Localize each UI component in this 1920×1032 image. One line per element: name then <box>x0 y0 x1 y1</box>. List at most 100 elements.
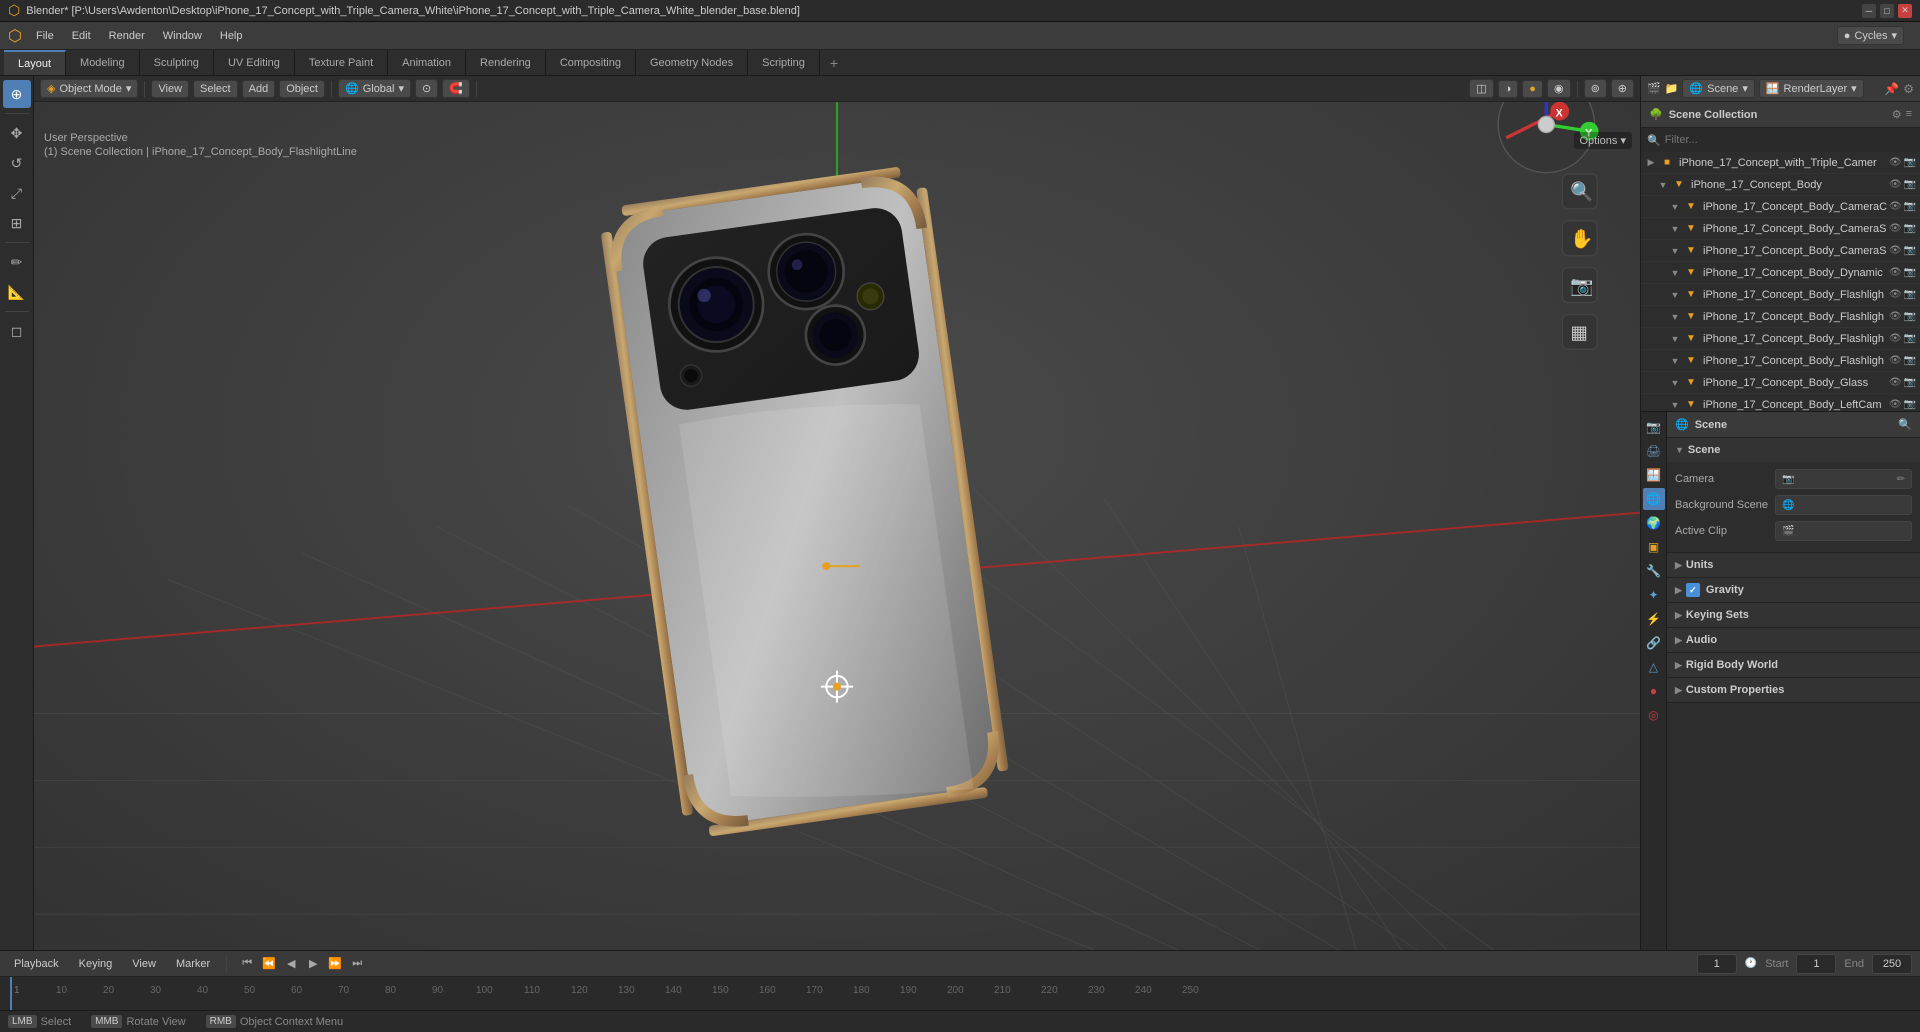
tree-item-flashligh1[interactable]: ▼ ▼ iPhone_17_Concept_Body_Flashligh 👁 📷 <box>1641 284 1920 306</box>
tab-modeling[interactable]: Modeling <box>66 50 140 75</box>
prop-tab-modifier[interactable]: 🔧 <box>1643 560 1665 582</box>
eye-icon[interactable]: 👁 <box>1889 157 1902 168</box>
add-workspace-button[interactable]: + <box>820 50 848 75</box>
tree-item-dynamic[interactable]: ▼ ▼ iPhone_17_Concept_Body_Dynamic 👁 📷 <box>1641 262 1920 284</box>
prop-tab-data[interactable]: △ <box>1643 656 1665 678</box>
current-frame-field[interactable]: 1 <box>1697 954 1737 974</box>
units-section-header[interactable]: ▶ Units <box>1667 553 1920 577</box>
pin-icon[interactable]: 📌 <box>1884 82 1899 96</box>
prop-tab-shader[interactable]: ◎ <box>1643 704 1665 726</box>
annotate-tool[interactable]: ✏ <box>3 248 31 276</box>
view-menu[interactable]: View <box>151 80 189 98</box>
tab-geometry-nodes[interactable]: Geometry Nodes <box>636 50 748 75</box>
audio-section-header[interactable]: ▶ Audio <box>1667 628 1920 652</box>
maximize-button[interactable]: □ <box>1880 4 1894 18</box>
prev-keyframe-button[interactable]: ⏪ <box>259 954 279 974</box>
tab-animation[interactable]: Animation <box>388 50 466 75</box>
blender-icon[interactable]: ⬡ <box>8 26 22 46</box>
outliner-filter-icon[interactable]: ⚙ <box>1892 108 1902 121</box>
gravity-section-header[interactable]: ▶ ✓ Gravity <box>1667 578 1920 602</box>
snap-menu[interactable]: 🧲 <box>442 79 470 98</box>
menu-file[interactable]: File <box>28 27 62 45</box>
tab-scripting[interactable]: Scripting <box>748 50 820 75</box>
prop-tab-scene[interactable]: 🌐 <box>1643 488 1665 510</box>
prop-tab-view-layer[interactable]: 🪟 <box>1643 464 1665 486</box>
gizmo-toggle[interactable]: ⊕ <box>1611 79 1634 98</box>
tab-sculpting[interactable]: Sculpting <box>140 50 214 75</box>
tree-item-root[interactable]: ▶ ■ iPhone_17_Concept_with_Triple_Camer … <box>1641 152 1920 174</box>
prop-tab-output[interactable]: 🖨 <box>1643 440 1665 462</box>
cursor-tool[interactable]: ⊕ <box>3 80 31 108</box>
engine-selector[interactable]: ● Cycles ▾ <box>1837 26 1904 45</box>
tab-compositing[interactable]: Compositing <box>546 50 636 75</box>
transform-tool[interactable]: ⊞ <box>3 209 31 237</box>
viewport-options-button[interactable]: Options ▾ <box>1574 132 1633 149</box>
tree-item-body[interactable]: ▼ ▼ iPhone_17_Concept_Body 👁 📷 <box>1641 174 1920 196</box>
gravity-checkbox[interactable]: ✓ <box>1686 583 1700 597</box>
menu-window[interactable]: Window <box>155 27 210 45</box>
move-tool[interactable]: ✥ <box>3 119 31 147</box>
custom-props-header[interactable]: ▶ Custom Properties <box>1667 678 1920 702</box>
play-reverse-button[interactable]: ◀ <box>281 954 301 974</box>
tab-uv-editing[interactable]: UV Editing <box>214 50 295 75</box>
camera-edit-icon[interactable]: ✏ <box>1897 474 1905 485</box>
transform-orientation[interactable]: 🌐 Global ▾ <box>338 79 411 98</box>
next-keyframe-button[interactable]: ⏩ <box>325 954 345 974</box>
measure-tool[interactable]: 📐 <box>3 278 31 306</box>
menu-help[interactable]: Help <box>212 27 251 45</box>
prop-tab-object[interactable]: ▣ <box>1643 536 1665 558</box>
start-frame-field[interactable]: 1 <box>1796 954 1836 974</box>
viewport-shading-wireframe[interactable]: ◫ <box>1469 79 1493 98</box>
prop-tab-render[interactable]: 📷 <box>1643 416 1665 438</box>
tree-item-flashligh2[interactable]: ▼ ▼ iPhone_17_Concept_Body_Flashligh 👁 📷 <box>1641 306 1920 328</box>
render-layer-selector[interactable]: 🪟 RenderLayer ▾ <box>1759 79 1864 98</box>
transform-pivot[interactable]: ⊙ <box>415 79 438 98</box>
end-frame-field[interactable]: 250 <box>1872 954 1912 974</box>
menu-edit[interactable]: Edit <box>64 27 99 45</box>
scale-tool[interactable]: ⤢ <box>3 179 31 207</box>
viewport[interactable]: ◈ Object Mode ▾ View Select Add Object 🌐… <box>34 76 1640 950</box>
prop-tab-physics[interactable]: ⚡ <box>1643 608 1665 630</box>
object-menu[interactable]: Object <box>279 80 325 98</box>
viewport-shading-material[interactable]: ● <box>1522 80 1543 98</box>
scene-selector[interactable]: 🌐 Scene ▾ <box>1682 79 1754 98</box>
tree-item-flashligh3[interactable]: ▼ ▼ iPhone_17_Concept_Body_Flashligh 👁 📷 <box>1641 328 1920 350</box>
playback-menu[interactable]: Playback <box>8 956 65 972</box>
filter-icon[interactable]: ⚙ <box>1903 82 1914 96</box>
select-menu[interactable]: Select <box>193 80 238 98</box>
overlay-toggle[interactable]: ⊚ <box>1584 79 1607 98</box>
tree-item-cameras2[interactable]: ▼ ▼ iPhone_17_Concept_Body_CameraS 👁 📷 <box>1641 240 1920 262</box>
tab-rendering[interactable]: Rendering <box>466 50 546 75</box>
timeline-track[interactable]: 1 10 20 30 40 50 60 70 80 90 100 110 120… <box>0 977 1920 1010</box>
camera-value-field[interactable]: 📷 ✏ <box>1775 469 1912 489</box>
tree-item-camerac[interactable]: ▼ ▼ iPhone_17_Concept_Body_CameraC 👁 📷 <box>1641 196 1920 218</box>
object-mode-selector[interactable]: ◈ Object Mode ▾ <box>40 79 138 98</box>
tab-texture-paint[interactable]: Texture Paint <box>295 50 388 75</box>
prop-tab-world[interactable]: 🌍 <box>1643 512 1665 534</box>
canvas-area[interactable]: X Y Z 🔍 <box>34 102 1640 950</box>
play-button[interactable]: ▶ <box>303 954 323 974</box>
close-button[interactable]: ✕ <box>1898 4 1912 18</box>
prop-tab-particles[interactable]: ✦ <box>1643 584 1665 606</box>
minimize-button[interactable]: ─ <box>1862 4 1876 18</box>
camera-icon[interactable]: 📷 <box>1904 157 1916 168</box>
background-scene-field[interactable]: 🌐 <box>1775 495 1912 515</box>
rigid-body-section-header[interactable]: ▶ Rigid Body World <box>1667 653 1920 677</box>
prop-search-icon[interactable]: 🔍 <box>1898 418 1912 431</box>
marker-menu[interactable]: Marker <box>170 956 216 972</box>
rotate-tool[interactable]: ↺ <box>3 149 31 177</box>
tree-item-flashligh4[interactable]: ▼ ▼ iPhone_17_Concept_Body_Flashligh 👁 📷 <box>1641 350 1920 372</box>
add-menu[interactable]: Add <box>242 80 276 98</box>
tree-item-leftcam[interactable]: ▼ ▼ iPhone_17_Concept_Body_LeftCam 👁 📷 <box>1641 394 1920 411</box>
prop-tab-constraints[interactable]: 🔗 <box>1643 632 1665 654</box>
jump-start-button[interactable]: ⏮ <box>237 954 257 974</box>
outliner-options-icon[interactable]: ≡ <box>1906 108 1912 121</box>
view-menu-timeline[interactable]: View <box>126 956 162 972</box>
viewport-shading-rendered[interactable]: ◉ <box>1547 79 1571 98</box>
jump-end-button[interactable]: ⏭ <box>347 954 367 974</box>
menu-render[interactable]: Render <box>101 27 153 45</box>
add-primitive-tool[interactable]: ◻ <box>3 317 31 345</box>
keying-menu[interactable]: Keying <box>73 956 119 972</box>
keying-sets-header[interactable]: ▶ Keying Sets <box>1667 603 1920 627</box>
active-clip-field[interactable]: 🎬 <box>1775 521 1912 541</box>
